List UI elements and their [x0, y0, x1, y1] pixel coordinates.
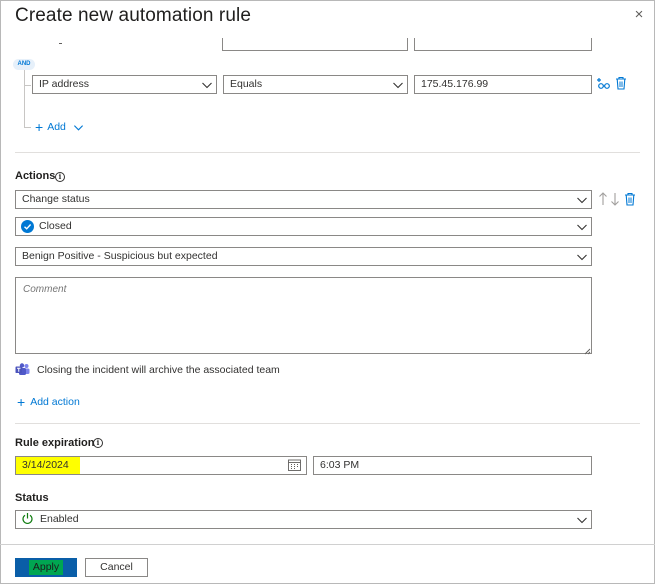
clipped-condition-value [414, 38, 592, 51]
move-up-icon[interactable] [598, 192, 608, 206]
rule-status-value: Enabled [40, 513, 79, 525]
action-type-dropdown[interactable]: Change status [15, 190, 592, 209]
calendar-icon[interactable] [288, 459, 301, 471]
comment-textarea[interactable] [15, 277, 592, 354]
expiration-time-value: 6:03 PM [320, 459, 360, 471]
and-badge: AND [13, 59, 35, 70]
power-icon [21, 512, 34, 525]
condition-tree-line [24, 70, 25, 128]
resize-handle-icon[interactable] [584, 346, 591, 355]
condition-property-dropdown[interactable]: IP address [32, 75, 217, 94]
condition-property-value: IP address [39, 78, 90, 90]
plus-icon: + [35, 119, 44, 135]
clipped-condition-row [222, 38, 408, 51]
actions-label: Actions [15, 170, 56, 182]
status-label: Status [15, 492, 49, 504]
chevron-down-icon [576, 514, 588, 526]
action-type-value: Change status [22, 193, 90, 205]
add-action-button[interactable]: + Add action [17, 395, 80, 409]
dialog-title: Create new automation rule [15, 5, 252, 26]
condition-value-text: 175.45.176.99 [421, 78, 489, 90]
chevron-down-icon [392, 79, 404, 91]
chevron-down-icon [576, 194, 588, 206]
expiration-date-input[interactable]: 3/14/2024 [15, 456, 307, 475]
condition-value-input[interactable]: 175.45.176.99 [414, 75, 592, 94]
apply-label: Apply [28, 560, 64, 575]
incident-status-value: Closed [39, 220, 72, 232]
delete-icon[interactable] [624, 192, 636, 206]
cancel-button[interactable]: Cancel [85, 558, 148, 577]
apply-button[interactable]: Apply [15, 558, 77, 577]
plus-icon: + [17, 394, 26, 410]
footer-divider [0, 544, 655, 545]
clipped-dash [59, 43, 62, 44]
expiration-date-value: 3/14/2024 [16, 457, 80, 474]
classification-value: Benign Positive - Suspicious but expecte… [22, 250, 218, 262]
section-divider [15, 423, 640, 424]
condition-tree-branch [24, 85, 31, 86]
info-icon: i [55, 172, 65, 182]
expiration-time-input[interactable]: 6:03 PM [313, 456, 592, 475]
section-divider [15, 152, 640, 153]
condition-operator-dropdown[interactable]: Equals [223, 75, 408, 94]
close-icon[interactable]: × [632, 7, 646, 22]
chevron-down-icon [201, 79, 213, 91]
rule-status-dropdown[interactable]: Enabled [15, 510, 592, 529]
checkmark-circle-icon [21, 220, 34, 233]
chevron-down-icon [576, 251, 588, 263]
classification-dropdown[interactable]: Benign Positive - Suspicious but expecte… [15, 247, 592, 266]
teams-notice-text: Closing the incident will archive the as… [37, 364, 280, 376]
move-down-icon[interactable] [610, 192, 620, 206]
teams-icon [15, 363, 30, 376]
add-condition-label: Add [47, 121, 66, 133]
chevron-down-icon [73, 124, 83, 131]
rule-expiration-label: Rule expiration [15, 437, 95, 449]
condition-tree-branch-add [24, 127, 31, 128]
cancel-label: Cancel [100, 561, 133, 573]
delete-icon[interactable] [615, 76, 627, 90]
incident-status-dropdown[interactable]: Closed [15, 217, 592, 236]
condition-operator-value: Equals [230, 78, 263, 90]
add-condition-button[interactable]: + Add [35, 120, 84, 134]
add-condition-group-icon[interactable] [596, 77, 612, 91]
chevron-down-icon [576, 221, 588, 233]
info-icon: i [93, 438, 103, 448]
add-action-label: Add action [30, 396, 80, 408]
